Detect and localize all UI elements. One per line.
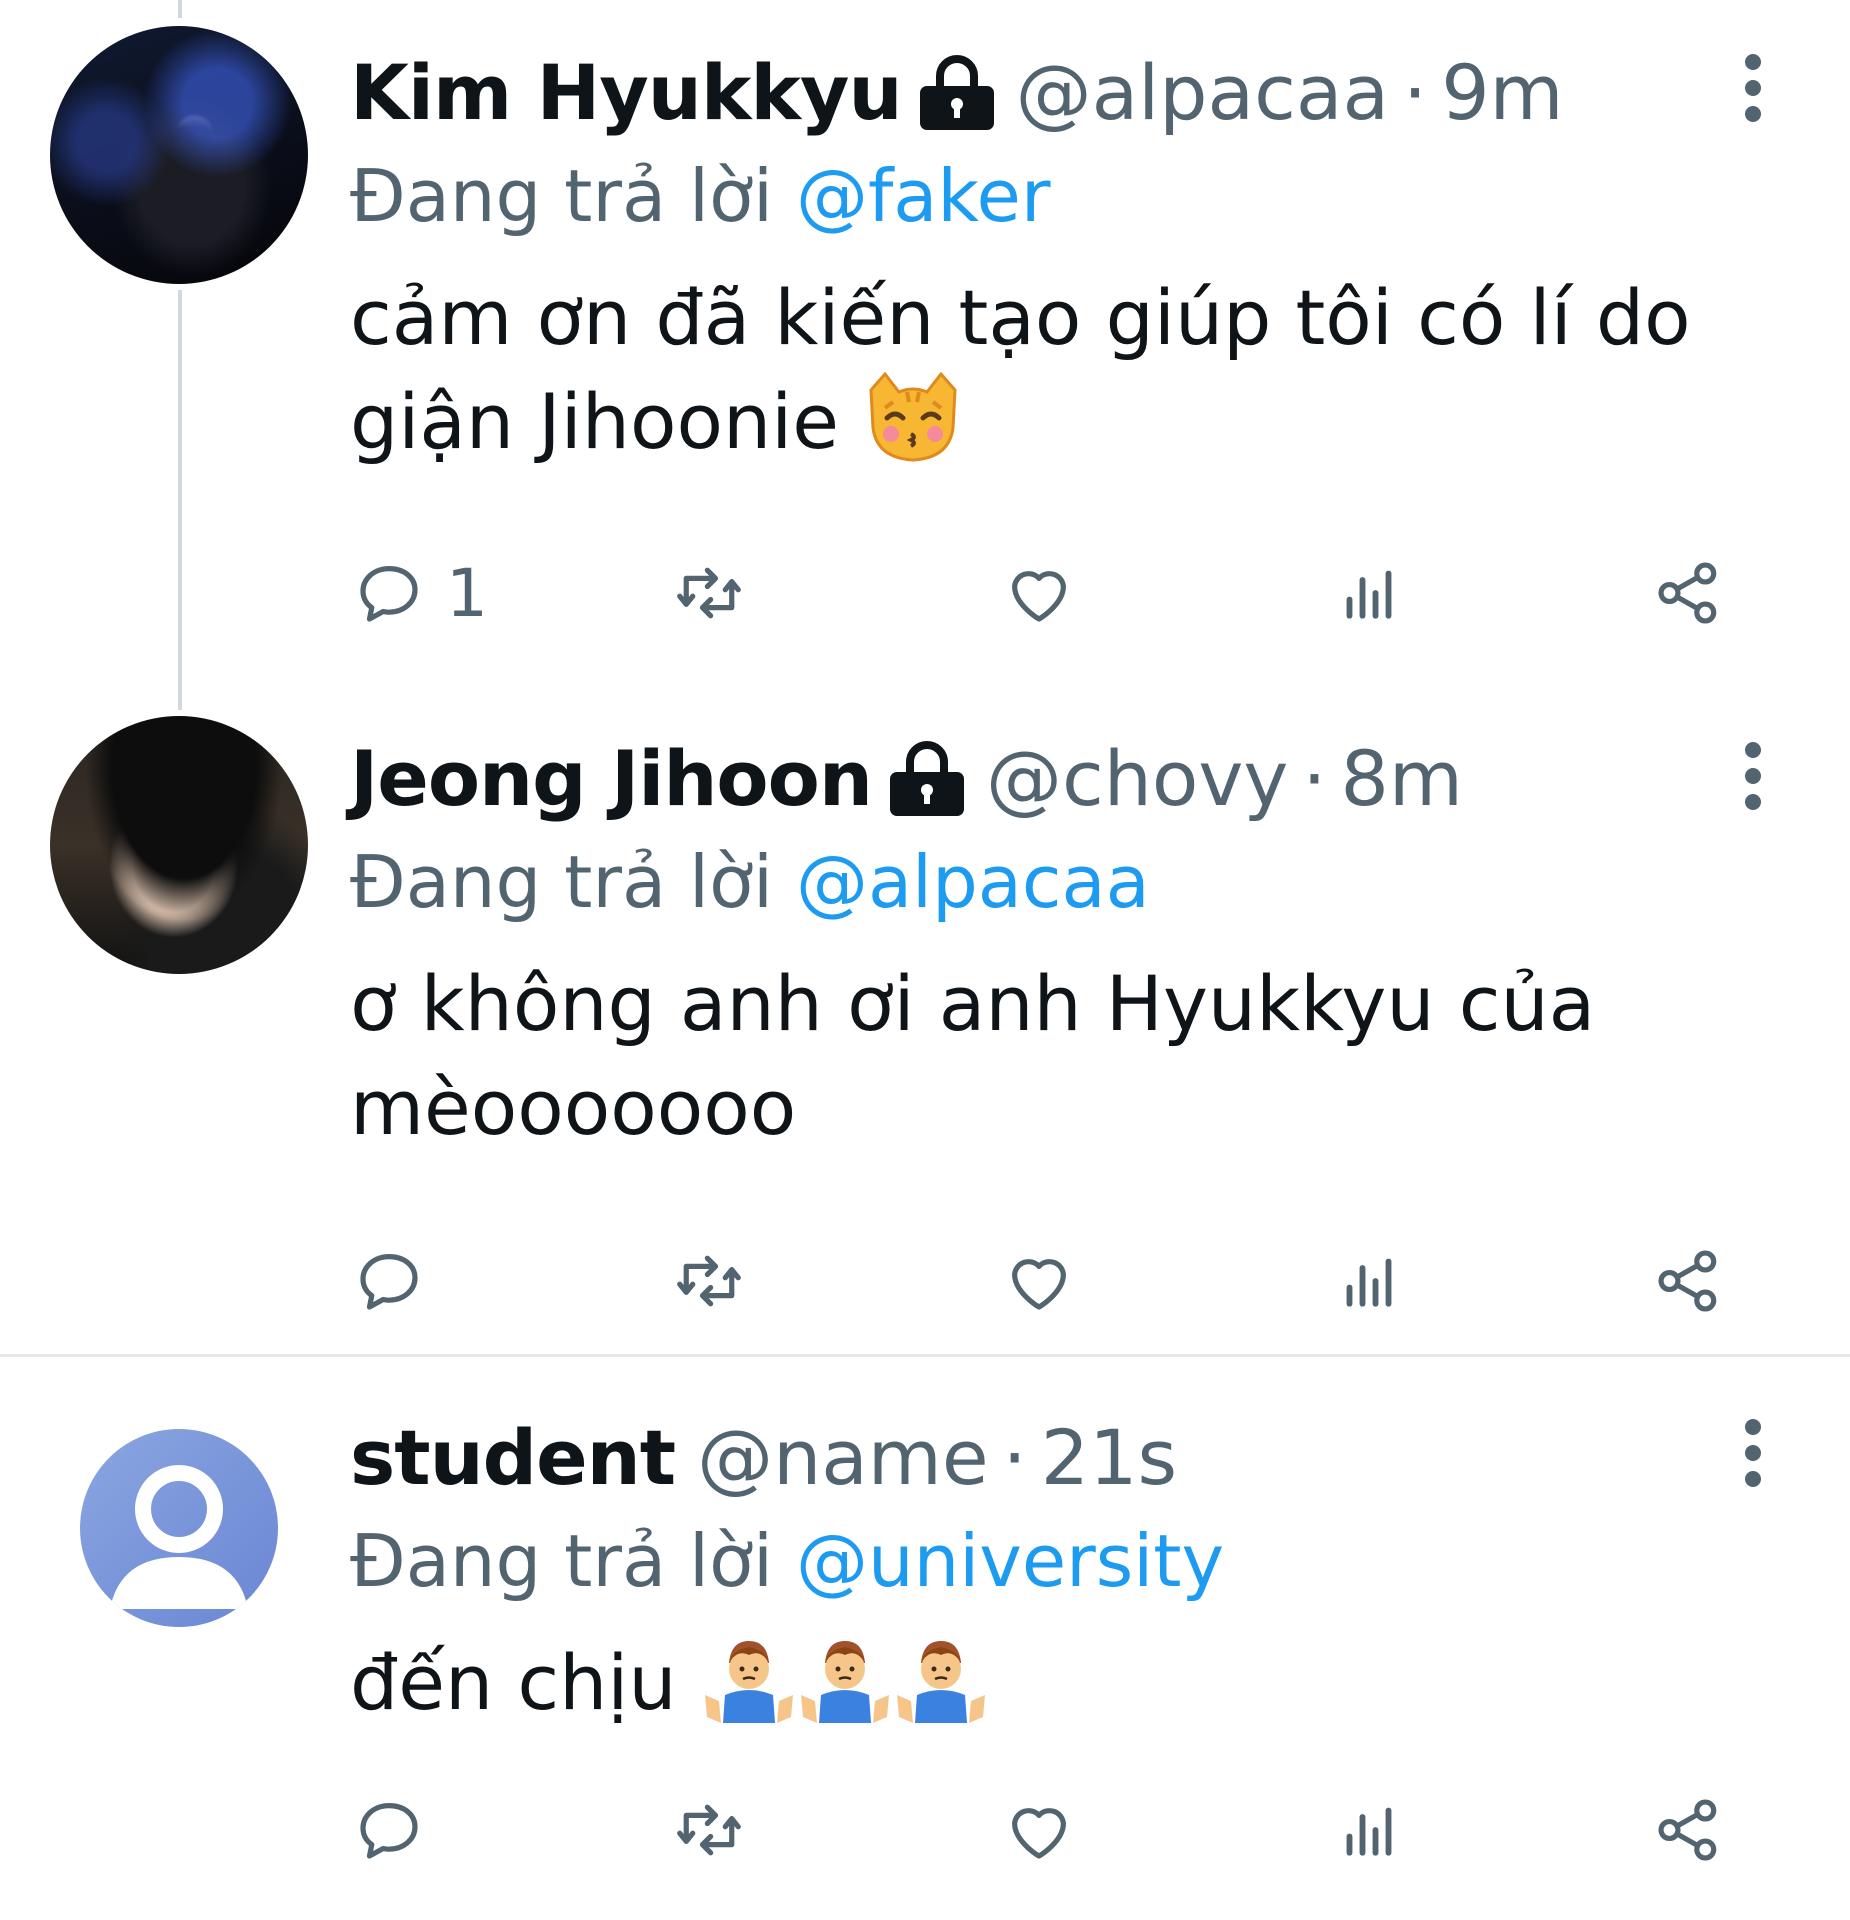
separator-dot: · xyxy=(1302,733,1327,823)
lock-icon xyxy=(919,55,994,130)
display-name[interactable]: Kim Hyukkyu xyxy=(350,48,903,137)
tweet-text: ơ không anh ơi anh Hyukkyu của mèooooooo xyxy=(350,952,1810,1160)
like-icon xyxy=(1012,1808,1066,1859)
separator-dot: · xyxy=(1002,1412,1027,1502)
handle[interactable]: @chovy xyxy=(986,734,1288,823)
tweet[interactable]: student @name · 21s Đang trả lời @univer… xyxy=(0,1357,1850,1920)
kissing-cat-emoji xyxy=(869,372,957,462)
reply-feed: Kim Hyukkyu @alpacaa · 9m Đang trả lời @… xyxy=(0,0,1850,1920)
views-icon xyxy=(1346,570,1392,619)
person-shrugging-emoji xyxy=(704,1641,793,1723)
timestamp[interactable]: 8m xyxy=(1341,734,1463,823)
share-icon xyxy=(1658,1799,1717,1861)
views-button[interactable] xyxy=(1330,1785,1408,1875)
share-button[interactable] xyxy=(1650,1785,1728,1875)
replying-to: Đang trả lời @university xyxy=(350,1511,1850,1611)
person-shrugging-emoji xyxy=(896,1641,985,1723)
avatar[interactable] xyxy=(50,716,308,974)
replying-to: Đang trả lời @faker xyxy=(350,146,1850,246)
reply-icon xyxy=(360,1803,418,1859)
action-bar xyxy=(350,1236,1750,1326)
retweet-icon xyxy=(677,567,741,619)
more-icon[interactable] xyxy=(1738,1419,1768,1487)
display-name[interactable]: Jeong Jihoon xyxy=(350,734,873,823)
views-icon xyxy=(1346,1258,1392,1307)
replying-to: Đang trả lời @alpacaa xyxy=(350,832,1850,932)
tweet-text-line: mèooooooo xyxy=(350,1063,797,1152)
reply-count: 1 xyxy=(446,554,488,632)
retweet-button[interactable] xyxy=(670,548,748,638)
reply-icon xyxy=(360,566,418,622)
retweet-button[interactable] xyxy=(670,1236,748,1326)
share-icon xyxy=(1658,562,1717,624)
timestamp[interactable]: 9m xyxy=(1441,48,1563,137)
tweet-text: đến chịu xyxy=(350,1631,1810,1735)
tweet-header: Jeong Jihoon @chovy · 8m xyxy=(350,728,1850,828)
views-icon xyxy=(1346,1807,1392,1856)
like-button[interactable] xyxy=(1000,1785,1078,1875)
more-icon[interactable] xyxy=(1738,742,1768,810)
replying-label: Đang trả lời xyxy=(350,154,774,238)
handle[interactable]: @name xyxy=(697,1413,989,1502)
shrug-emoji-group xyxy=(701,1638,989,1727)
like-icon xyxy=(1012,1259,1066,1310)
retweet-icon xyxy=(677,1255,741,1307)
tweet[interactable]: Jeong Jihoon @chovy · 8m Đang trả lời @a… xyxy=(0,686,1850,1354)
replying-mention[interactable]: @alpacaa xyxy=(796,840,1150,924)
tweet-text-line: ơ không anh ơi anh Hyukkyu của xyxy=(350,959,1596,1048)
share-button[interactable] xyxy=(1650,548,1728,638)
like-button[interactable] xyxy=(1000,548,1078,638)
reply-button[interactable] xyxy=(350,1785,446,1875)
like-button[interactable] xyxy=(1000,1236,1078,1326)
retweet-button[interactable] xyxy=(670,1785,748,1875)
replying-mention[interactable]: @faker xyxy=(796,154,1051,238)
views-button[interactable] xyxy=(1330,1236,1408,1326)
display-name[interactable]: student xyxy=(350,1413,676,1502)
action-bar: 1 xyxy=(350,548,1750,638)
tweet-text-line: giận Jihoonie xyxy=(350,377,839,466)
replying-label: Đang trả lời xyxy=(350,1519,774,1603)
avatar[interactable] xyxy=(50,26,308,284)
tweet-header: student @name · 21s xyxy=(350,1407,1850,1507)
separator-dot: · xyxy=(1403,47,1428,137)
tweet-text-line: đến chịu xyxy=(350,1638,677,1727)
action-bar xyxy=(350,1785,1750,1875)
replying-label: Đang trả lời xyxy=(350,840,774,924)
like-icon xyxy=(1012,571,1066,622)
tweet[interactable]: Kim Hyukkyu @alpacaa · 9m Đang trả lời @… xyxy=(0,0,1850,686)
reply-button[interactable]: 1 xyxy=(350,548,488,638)
views-button[interactable] xyxy=(1330,548,1408,638)
more-icon[interactable] xyxy=(1738,54,1768,122)
share-button[interactable] xyxy=(1650,1236,1728,1326)
default-avatar-icon xyxy=(110,1465,248,1609)
person-shrugging-emoji xyxy=(800,1641,889,1723)
reply-icon xyxy=(360,1254,418,1310)
reply-button[interactable] xyxy=(350,1236,446,1326)
avatar[interactable] xyxy=(80,1429,278,1627)
lock-icon xyxy=(889,741,964,816)
tweet-header: Kim Hyukkyu @alpacaa · 9m xyxy=(350,42,1850,142)
timestamp[interactable]: 21s xyxy=(1041,1413,1177,1502)
replying-mention[interactable]: @university xyxy=(796,1519,1224,1603)
retweet-icon xyxy=(677,1804,741,1856)
tweet-text: cảm ơn đã kiến tạo giúp tôi có lí do giậ… xyxy=(350,266,1810,474)
handle[interactable]: @alpacaa xyxy=(1016,48,1389,137)
tweet-text-line: cảm ơn đã kiến tạo giúp tôi có lí do xyxy=(350,273,1691,362)
share-icon xyxy=(1658,1250,1717,1312)
